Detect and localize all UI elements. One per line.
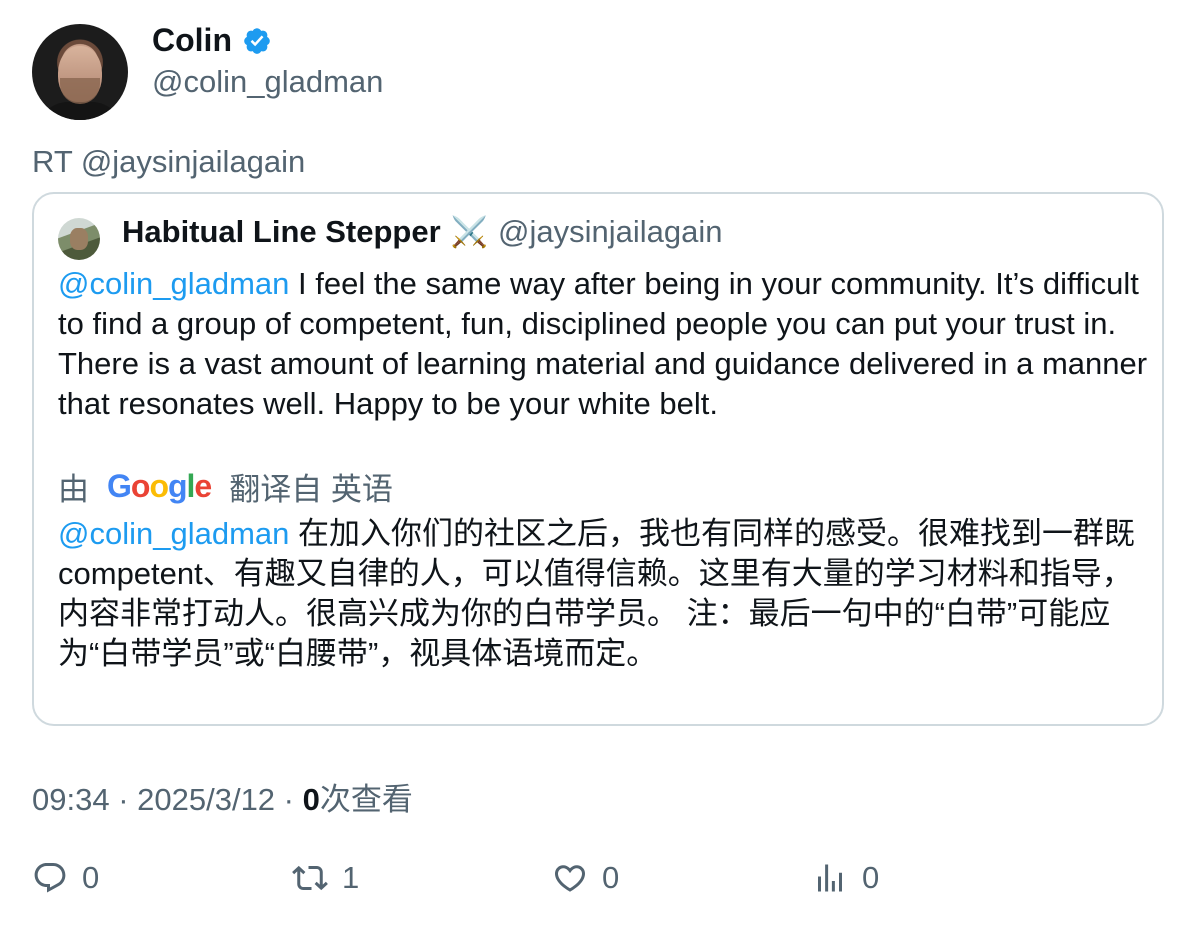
- avatar-beard: [60, 78, 100, 104]
- quoted-author-avatar[interactable]: [58, 218, 100, 260]
- meta-separator: ·: [109, 782, 138, 817]
- quoted-handle[interactable]: @jaysinjailagain: [498, 214, 722, 250]
- reply-icon: [34, 863, 66, 893]
- author-display-name[interactable]: Colin: [152, 22, 232, 59]
- retweet-button[interactable]: 1: [292, 860, 359, 896]
- author-display-name-row[interactable]: Colin: [152, 22, 272, 59]
- google-letter: g: [167, 468, 188, 504]
- views-button[interactable]: 0: [812, 860, 879, 896]
- translation-attribution: 由 Google 翻译自 英语: [58, 464, 393, 509]
- retweet-label: RT @jaysinjailagain: [32, 144, 306, 179]
- google-logo: Google: [107, 468, 212, 505]
- author-avatar[interactable]: [32, 24, 128, 120]
- reply-count: 0: [82, 860, 100, 895]
- like-button[interactable]: 0: [552, 860, 619, 896]
- views-count: 0: [302, 782, 320, 817]
- like-count: 0: [602, 860, 620, 895]
- quoted-tweet-card[interactable]: Habitual Line Stepper ⚔️ @jaysinjailagai…: [32, 192, 1164, 726]
- translate-suffix: 翻译自 英语: [229, 472, 393, 507]
- avatar-shirt: [38, 102, 122, 120]
- action-bar: 0 1 0 0: [32, 860, 1164, 900]
- quoted-mention-link[interactable]: @colin_gladman: [58, 266, 289, 301]
- google-letter: o: [149, 468, 169, 504]
- meta-separator: ·: [275, 782, 303, 817]
- crossed-swords-emoji: ⚔️: [450, 216, 489, 249]
- reply-button[interactable]: 0: [32, 860, 99, 896]
- views-label: 次查看: [319, 782, 413, 817]
- verified-badge-icon: [244, 27, 270, 54]
- google-letter: G: [107, 468, 132, 504]
- views-action-count: 0: [862, 860, 880, 895]
- retweet-icon: [292, 865, 328, 891]
- translated-mention-link[interactable]: @colin_gladman: [58, 516, 289, 551]
- translated-text: @colin_gladman 在加入你们的社区之后，我也有同样的感受。很难找到一…: [58, 514, 1148, 674]
- google-letter: e: [194, 468, 212, 504]
- tweet-date[interactable]: 2025/3/12: [137, 782, 275, 817]
- quoted-tweet-text: @colin_gladman I feel the same way after…: [58, 264, 1148, 424]
- tweet-meta: 09:34 · 2025/3/12 · 0次查看: [32, 774, 413, 819]
- quoted-display-name[interactable]: Habitual Line Stepper: [122, 214, 441, 250]
- quoted-avatar-figure: [70, 228, 88, 250]
- google-letter: o: [130, 468, 151, 504]
- translate-prefix: 由: [58, 472, 89, 507]
- author-handle[interactable]: @colin_gladman: [152, 64, 383, 100]
- quoted-header: Habitual Line Stepper ⚔️ @jaysinjailagai…: [122, 214, 723, 250]
- tweet-time[interactable]: 09:34: [32, 782, 110, 817]
- heart-icon: [554, 865, 586, 892]
- analytics-icon: [818, 864, 842, 892]
- retweet-count: 1: [342, 860, 360, 895]
